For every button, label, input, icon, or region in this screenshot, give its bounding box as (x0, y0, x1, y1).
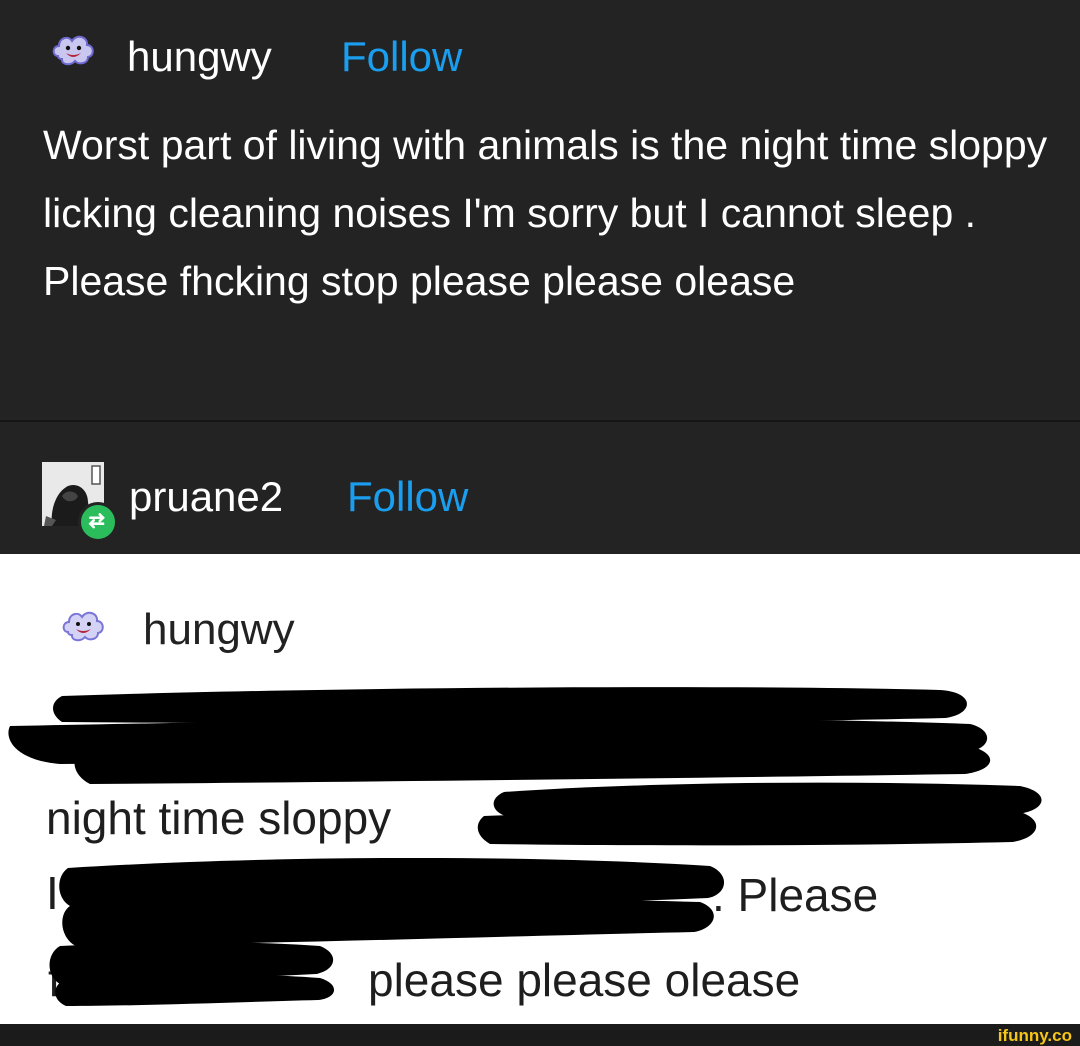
screenshot-text-fragment: f (48, 954, 61, 1006)
post-username[interactable]: hungwy (127, 30, 272, 84)
screenshot-text-line: . Please (712, 869, 879, 921)
footer-bar (0, 1024, 1080, 1046)
watermark-text: ifunny.co (998, 1026, 1072, 1045)
follow-button[interactable]: Follow (341, 30, 462, 84)
screenshot-text-line: please please olease (368, 954, 801, 1006)
smiling-cloud-icon[interactable] (50, 30, 96, 70)
reblog-follow-button[interactable]: Follow (347, 470, 468, 524)
screenshot-text-fragment: I' (46, 867, 68, 919)
screenshot-text-line: night time sloppy (46, 792, 392, 844)
screenshot-username: hungwy (143, 605, 295, 654)
smiling-cloud-icon (62, 611, 104, 642)
ifunny-watermark: ifunny.co (998, 1026, 1072, 1045)
embedded-screenshot: hungwy night time sloppy I' . Please f p… (0, 554, 1080, 1024)
reblog-username[interactable]: pruane2 (129, 470, 283, 524)
post-body-text: Worst part of living with animals is the… (43, 122, 1048, 304)
reblog-icon (78, 502, 118, 542)
